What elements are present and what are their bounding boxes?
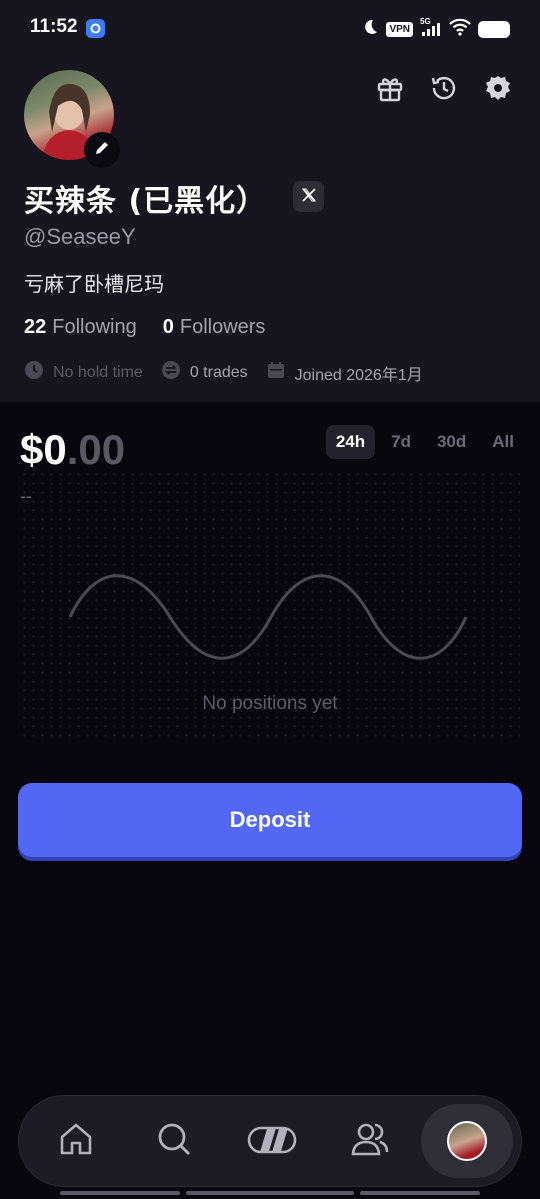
range-tab-30d[interactable]: 30d	[427, 425, 476, 459]
balance-change: --	[20, 486, 32, 506]
hold-time-text: No hold time	[53, 363, 143, 381]
user-handle: @SeaseeY	[24, 224, 136, 249]
trades-text: 0 trades	[189, 363, 248, 381]
settings-gear-icon[interactable]	[482, 72, 514, 104]
empty-state-wave	[68, 574, 468, 660]
nav-profile[interactable]	[421, 1104, 513, 1178]
follow-stats: 22 Following 0 Followers	[24, 316, 265, 339]
profile-avatar-wrap[interactable]	[24, 70, 120, 168]
battery-icon	[478, 20, 510, 38]
nav-friends[interactable]	[325, 1096, 415, 1186]
status-bar: 11:52 VPN 5G	[0, 0, 540, 58]
profile-avatar	[447, 1121, 487, 1161]
gesture-bar-segment	[60, 1191, 180, 1195]
following-count: 22	[24, 316, 47, 338]
nav-cards[interactable]	[227, 1096, 317, 1186]
wifi-icon	[449, 18, 471, 40]
cards-icon	[246, 1120, 298, 1162]
joined-text: Joined 2026年1月	[294, 366, 423, 384]
edit-profile-button[interactable]	[84, 132, 120, 168]
x-social-link[interactable]	[293, 181, 324, 212]
user-bio: 亏麻了卧槽尼玛	[24, 272, 164, 296]
nav-search[interactable]	[129, 1096, 219, 1186]
history-icon[interactable]	[428, 72, 460, 104]
balance-cents: .00	[66, 426, 126, 473]
portfolio-balance: $0.00	[20, 426, 125, 474]
pencil-icon	[93, 139, 111, 161]
vpn-badge: VPN	[386, 21, 413, 37]
bottom-nav	[18, 1095, 522, 1187]
home-indicator[interactable]	[186, 1191, 354, 1195]
followers-count: 0	[162, 316, 174, 338]
svg-text:5G: 5G	[420, 17, 431, 26]
search-icon	[155, 1120, 193, 1162]
app-notification-icon	[86, 19, 105, 38]
profile-actions	[374, 72, 514, 104]
time-range-tabs: 24h 7d 30d All	[325, 425, 524, 459]
range-tab-24h[interactable]: 24h	[325, 425, 376, 459]
balance-main: $0	[20, 426, 67, 473]
following-link[interactable]: 22 Following	[24, 316, 137, 339]
gesture-bar-segment	[360, 1191, 480, 1195]
home-icon	[57, 1120, 95, 1162]
range-tab-all[interactable]: All	[482, 425, 524, 459]
followers-label: Followers	[179, 316, 266, 338]
x-logo-icon	[301, 187, 317, 207]
profile-header: 买辣条 (已黑化） @SeaseeY 亏麻了卧槽尼玛 22 Following 0…	[0, 58, 540, 402]
nav-home[interactable]	[31, 1096, 121, 1186]
moon-icon	[361, 18, 379, 40]
signal-icon: 5G	[420, 17, 442, 41]
profile-meta: No hold time 0 trades Joined 2026年1月	[24, 360, 441, 385]
empty-state-text: No positions yet	[202, 693, 338, 714]
range-tab-7d[interactable]: 7d	[381, 425, 421, 459]
status-indicators: VPN 5G	[361, 17, 510, 41]
display-name: 买辣条 (已黑化）	[24, 184, 268, 219]
clock-icon	[24, 360, 53, 385]
followers-link[interactable]: 0 Followers	[163, 316, 266, 339]
gift-icon[interactable]	[374, 72, 406, 104]
following-label: Following	[52, 316, 137, 338]
calendar-icon	[266, 360, 295, 385]
joined-item: Joined 2026年1月	[266, 360, 423, 385]
status-time: 11:52	[30, 16, 78, 37]
deposit-button[interactable]: Deposit	[18, 783, 522, 857]
trades-item: 0 trades	[161, 360, 248, 385]
hold-time-item: No hold time	[24, 360, 143, 385]
friends-icon	[350, 1120, 390, 1162]
swap-icon	[161, 360, 190, 385]
